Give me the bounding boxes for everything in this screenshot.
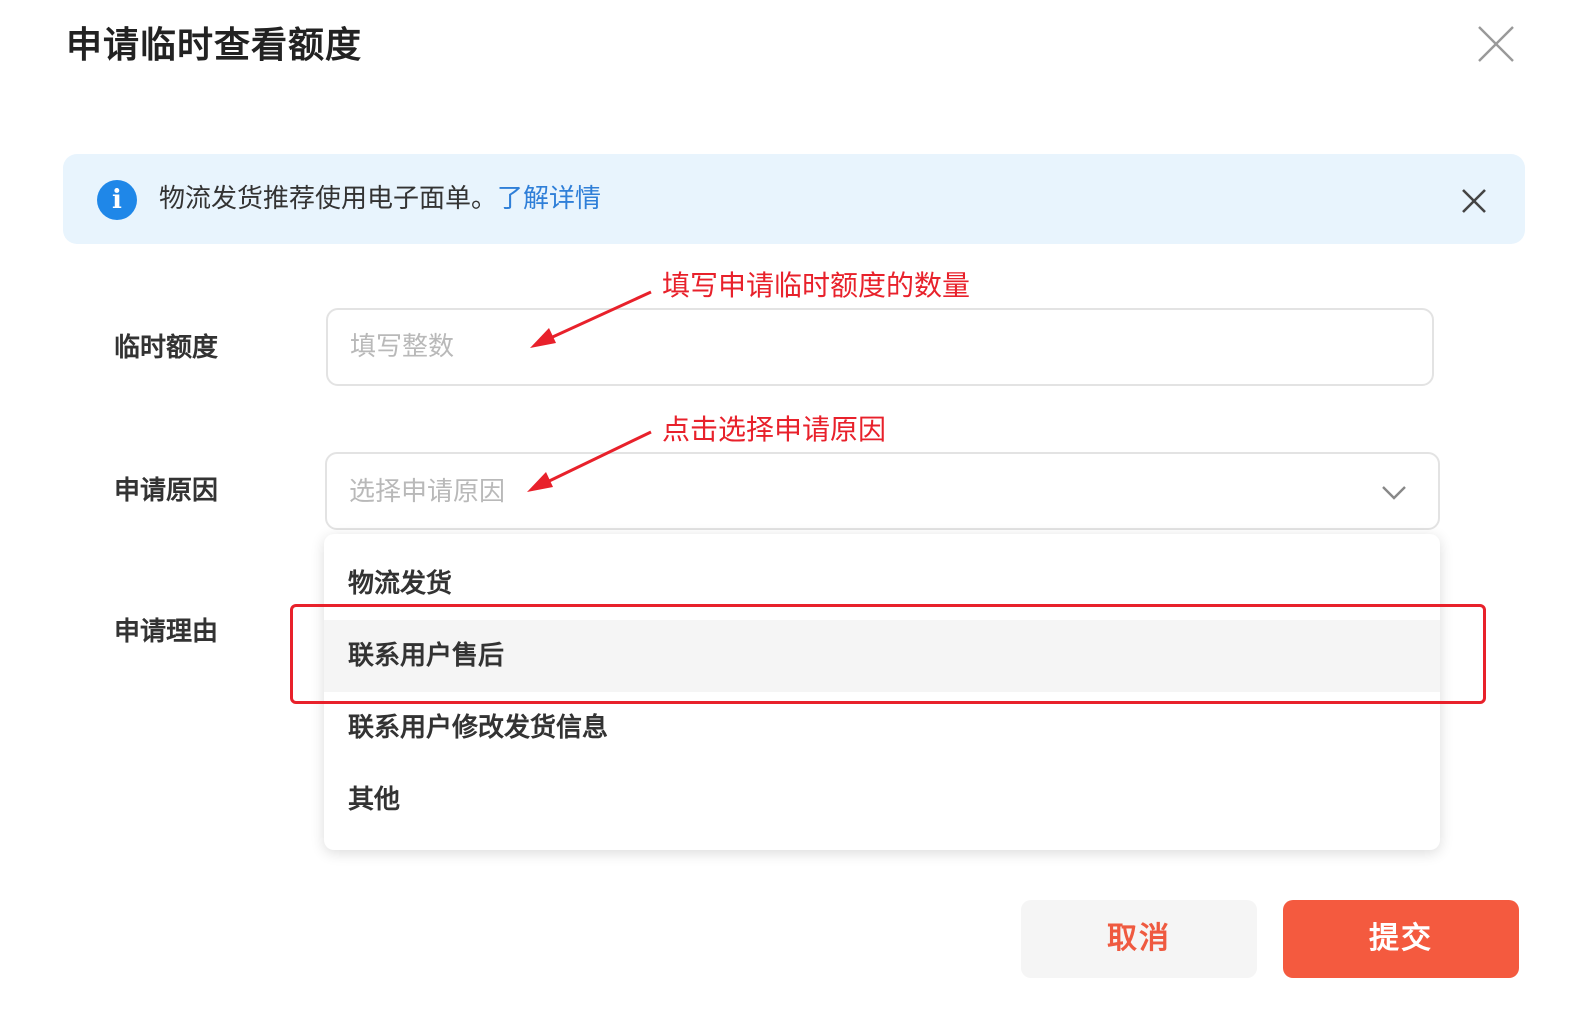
detail-label: 申请理由 (114, 617, 219, 647)
dropdown-option[interactable]: 联系用户修改发货信息 (324, 692, 1440, 764)
dropdown-option[interactable]: 物流发货 (324, 548, 1440, 620)
reason-dropdown: 物流发货 联系用户售后 联系用户修改发货信息 其他 (324, 534, 1440, 850)
annotation-reason-hint: 点击选择申请原因 (662, 413, 887, 446)
notice-text-line: 物流发货推荐使用电子面单。了解详情 (159, 178, 601, 220)
reason-label: 申请原因 (114, 476, 219, 506)
reason-select[interactable]: 选择申请原因 (325, 452, 1440, 530)
learn-more-link[interactable]: 了解详情 (497, 184, 601, 214)
reason-select-placeholder: 选择申请原因 (349, 477, 506, 507)
quota-label: 临时额度 (114, 333, 219, 363)
cancel-button[interactable]: 取消 (1021, 900, 1257, 978)
close-icon[interactable] (1474, 22, 1518, 66)
notice-banner: i 物流发货推荐使用电子面单。了解详情 (63, 154, 1525, 244)
notice-close-icon[interactable] (1459, 186, 1489, 216)
quota-field (326, 308, 1434, 386)
chevron-down-icon (1382, 486, 1406, 500)
notice-message: 物流发货推荐使用电子面单。 (159, 184, 498, 214)
quota-input[interactable] (328, 310, 1432, 384)
dropdown-option[interactable]: 联系用户售后 (324, 620, 1440, 692)
dialog-title: 申请临时查看额度 (66, 25, 363, 66)
dropdown-option[interactable]: 其他 (324, 764, 1440, 836)
submit-button[interactable]: 提交 (1283, 900, 1519, 978)
annotation-quota-hint: 填写申请临时额度的数量 (662, 269, 971, 302)
info-icon: i (97, 180, 137, 220)
